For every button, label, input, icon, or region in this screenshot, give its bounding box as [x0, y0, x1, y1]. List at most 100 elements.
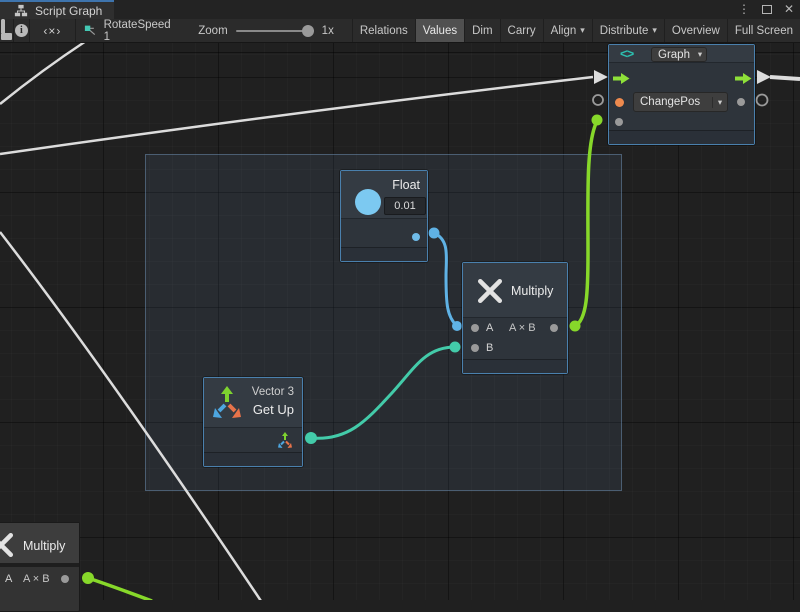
wire-arrowhead-graph-output	[757, 70, 771, 84]
multiply-node[interactable]: Multiply A A × B B	[462, 262, 568, 374]
unconnected-ring-left	[593, 95, 603, 105]
relations-button[interactable]: Relations	[352, 19, 415, 42]
wire-float-to-multiply-a	[434, 233, 457, 326]
code-toggle-button[interactable]: ‹×›	[30, 19, 76, 42]
vector3-axes-icon	[211, 386, 243, 420]
dim-label: Dim	[472, 25, 492, 37]
port-input-row3[interactable]	[615, 118, 623, 126]
overview-button[interactable]: Overview	[664, 19, 727, 42]
multiply-node-title: Multiply	[511, 284, 553, 298]
get-up-node-footer	[204, 452, 302, 466]
chevron-down-icon: ▾	[712, 97, 727, 108]
port-label-axb: A × B	[509, 322, 536, 334]
multiply-node-footer	[463, 359, 567, 373]
wire-end-blue-top	[429, 228, 440, 239]
zoom-slider[interactable]	[236, 30, 314, 32]
wire-end-teal-left	[305, 432, 317, 444]
float-node-footer	[341, 247, 427, 261]
multiply-node-partial[interactable]: Multiply A A × B	[0, 522, 80, 612]
port-label-b: B	[486, 342, 493, 354]
zoom-control: Zoom 1x	[184, 19, 340, 42]
info-button[interactable]: i	[14, 19, 30, 42]
wire-white-graph-output	[770, 77, 800, 79]
unconnected-ring-right	[757, 95, 768, 106]
get-up-title: Get Up	[253, 402, 294, 417]
full-screen-button[interactable]: Full Screen	[727, 19, 800, 42]
multiply2-node-title: Multiply	[23, 539, 65, 553]
wire-arrowhead-graph-input	[594, 70, 608, 84]
port-multiply-b[interactable]	[471, 344, 479, 352]
chevron-down-icon: ▾	[652, 25, 657, 36]
float-value: 0.01	[394, 200, 415, 212]
float-type-icon	[355, 189, 381, 215]
code-brackets-icon: <>	[620, 46, 633, 61]
multiply-x-icon	[477, 278, 503, 304]
menu-icon[interactable]: ⋮	[738, 0, 750, 19]
wire-white-to-graph-input	[0, 77, 593, 154]
wire-end-teal-right	[450, 342, 461, 353]
changepos-dropdown-label: ChangePos	[634, 96, 712, 108]
port-vector3-output-icon[interactable]	[277, 432, 293, 449]
maximize-icon[interactable]	[762, 5, 772, 14]
graph-dropdown-label: Graph	[652, 49, 694, 61]
port-label-a: A	[5, 573, 12, 585]
dim-button[interactable]: Dim	[464, 19, 499, 42]
info-icon: i	[15, 24, 28, 37]
control-output-arrow-icon[interactable]	[735, 72, 752, 85]
wire-getup-to-multiply-b	[311, 347, 455, 438]
graph-node-footer	[609, 130, 754, 144]
port-multiply-a[interactable]	[471, 324, 479, 332]
zoom-value: 1x	[322, 25, 334, 37]
toolbar-buttons: Relations Values Dim Carry Align▾ Distri…	[352, 19, 800, 42]
graph-name-label: RotateSpeed 1	[104, 19, 173, 43]
chevron-down-icon: ▾	[580, 25, 585, 36]
overview-label: Overview	[672, 25, 720, 37]
wire-multiply-to-graph	[575, 121, 597, 326]
wire-white-topleft	[0, 41, 86, 104]
wire-end-green2	[82, 572, 94, 584]
carry-button[interactable]: Carry	[500, 19, 543, 42]
float-value-input[interactable]: 0.01	[384, 197, 426, 215]
wire-multiply2-output	[88, 578, 152, 600]
values-label: Values	[423, 25, 457, 37]
graph-node[interactable]: <> Graph ▾ ChangePos ▾	[608, 44, 755, 145]
lock-button[interactable]	[0, 19, 14, 42]
close-icon[interactable]: ✕	[784, 0, 794, 19]
float-node[interactable]: Float 0.01	[340, 170, 428, 262]
tab-script-graph[interactable]: Script Graph	[0, 0, 114, 19]
port-float-output[interactable]	[412, 233, 420, 241]
control-input-arrow-icon[interactable]	[613, 72, 630, 85]
graph-dropdown[interactable]: Graph ▾	[651, 47, 707, 62]
port-multiply2-out[interactable]	[61, 575, 69, 583]
port-multiply-out[interactable]	[550, 324, 558, 332]
get-up-node[interactable]: Vector 3 Get Up	[203, 377, 303, 467]
wire-end-blue-bottom	[452, 321, 462, 331]
lock-icon	[1, 21, 12, 40]
changepos-dropdown[interactable]: ChangePos ▾	[633, 92, 728, 112]
multiply-x-icon	[0, 532, 14, 558]
port-label-a: A	[486, 322, 493, 334]
zoom-slider-handle[interactable]	[302, 25, 314, 37]
port-orange-input[interactable]	[615, 98, 624, 107]
tab-label: Script Graph	[35, 4, 102, 18]
graph-asset-icon	[84, 24, 97, 38]
title-bar: Script Graph ⋮ ✕	[0, 0, 800, 19]
distribute-label: Distribute	[600, 25, 649, 37]
toolbar: i ‹×› RotateSpeed 1 Zoom 1x Relations Va…	[0, 19, 800, 43]
vector3-type-label: Vector 3	[252, 386, 294, 398]
wire-end-green-top	[592, 115, 603, 126]
float-node-title: Float	[392, 178, 420, 192]
code-icon: ‹×›	[43, 24, 61, 38]
distribute-button[interactable]: Distribute▾	[592, 19, 664, 42]
full-screen-label: Full Screen	[735, 25, 793, 37]
graph-canvas[interactable]: <> Graph ▾ ChangePos ▾ Float 0.01	[0, 0, 800, 600]
chevron-down-icon: ▾	[694, 49, 706, 60]
values-button[interactable]: Values	[415, 19, 464, 42]
wire-end-green-bottom	[570, 321, 581, 332]
carry-label: Carry	[508, 25, 536, 37]
port-output-right[interactable]	[737, 98, 745, 106]
port-label-axb: A × B	[23, 573, 50, 585]
align-button[interactable]: Align▾	[543, 19, 592, 42]
graph-breadcrumb[interactable]: RotateSpeed 1	[76, 19, 184, 42]
relations-label: Relations	[360, 25, 408, 37]
